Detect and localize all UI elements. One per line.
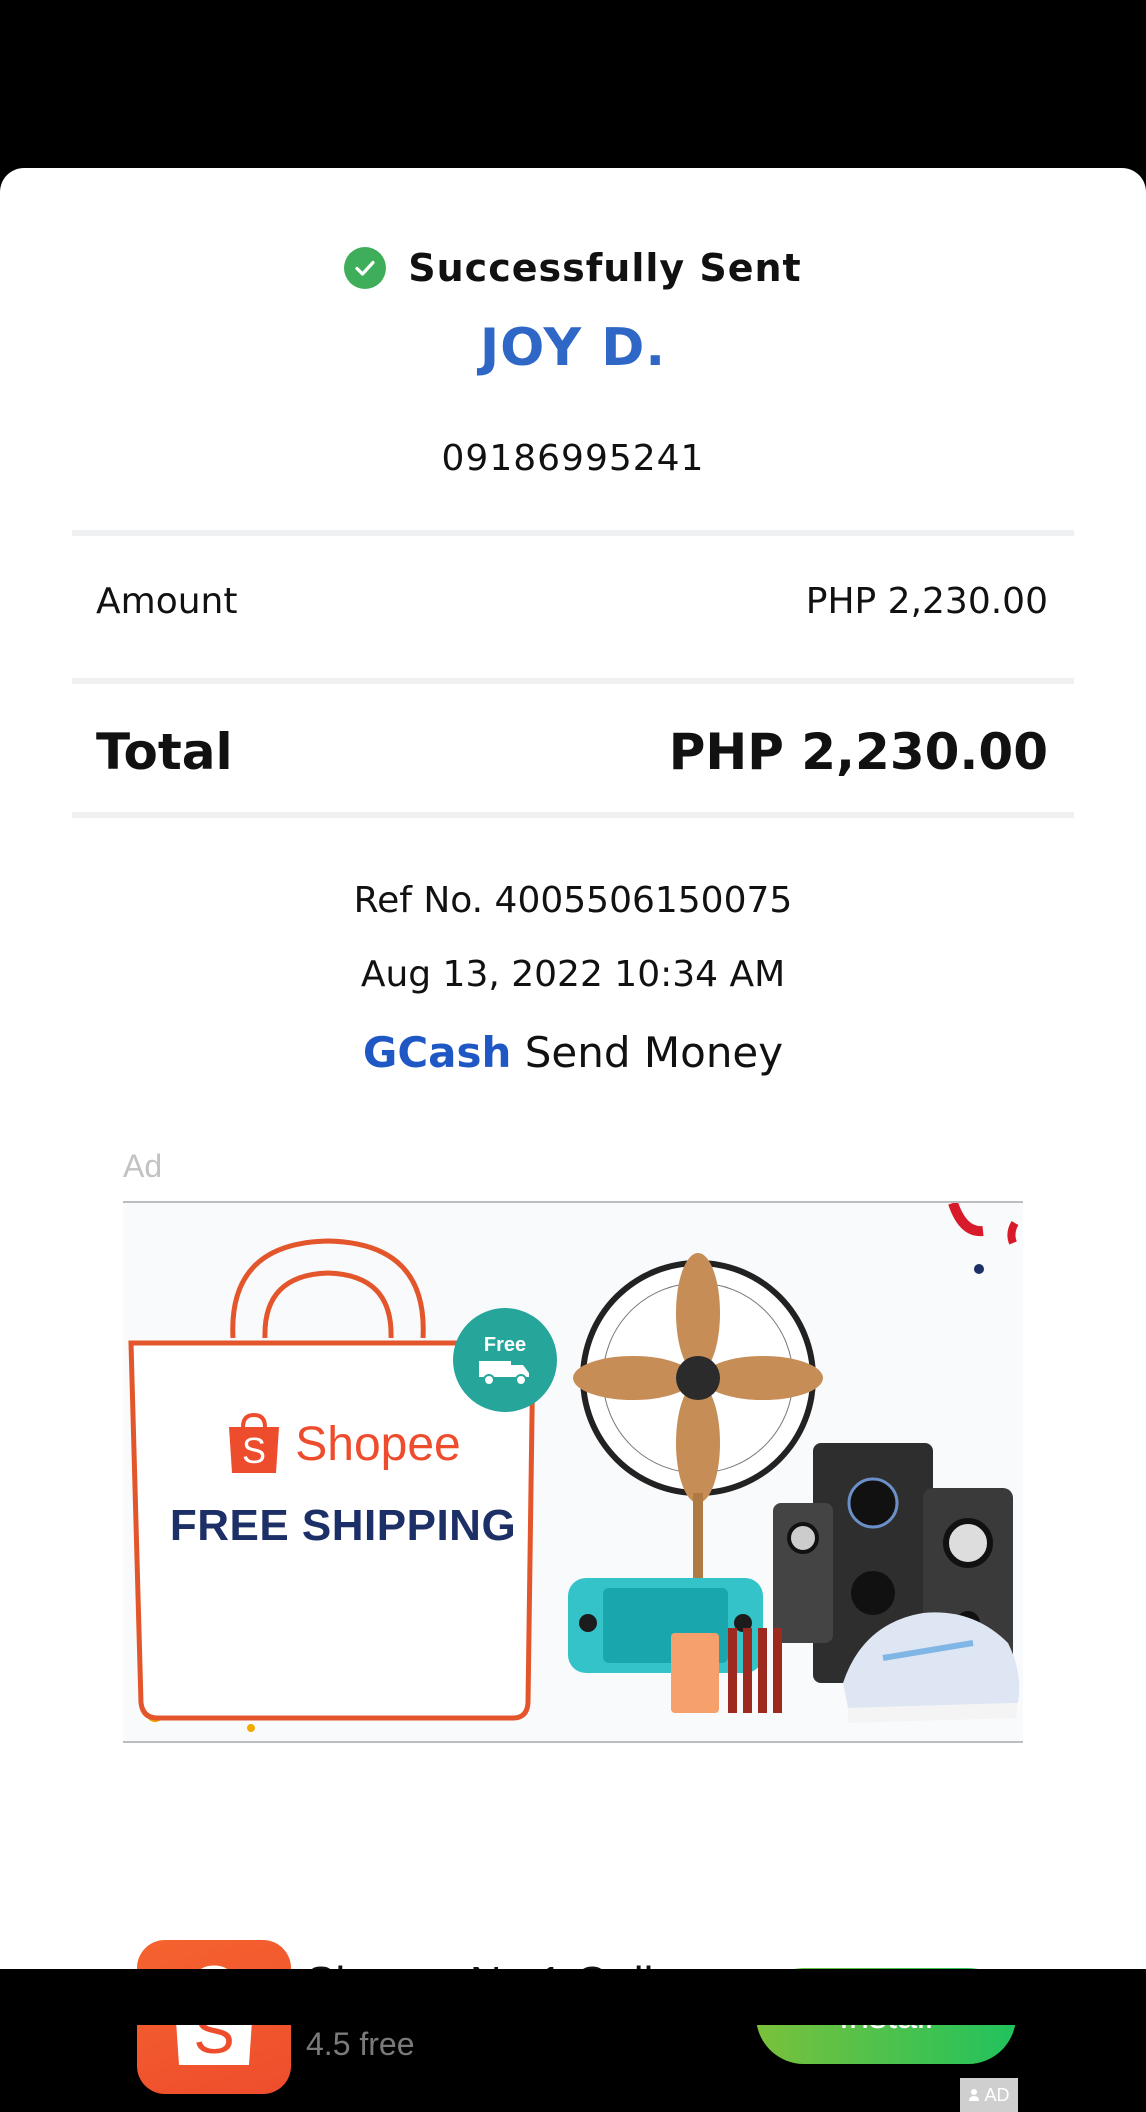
amount-label: Amount xyxy=(96,581,238,622)
badge-label: Free xyxy=(483,1333,527,1356)
status-text: Successfully Sent xyxy=(408,246,802,290)
ad-choices-badge[interactable]: AD xyxy=(960,2078,1018,2112)
recipient-name: JOY D. xyxy=(479,318,667,378)
amount-value: PHP 2,230.00 xyxy=(805,581,1048,622)
service-name: Send Money xyxy=(524,1028,784,1077)
divider xyxy=(72,530,1074,536)
app-meta: 4.5 free xyxy=(306,2026,415,2062)
transaction-datetime: Aug 13, 2022 10:34 AM xyxy=(360,954,786,995)
svg-text:S: S xyxy=(242,1430,266,1471)
total-row: Total PHP 2,230.00 xyxy=(96,723,1048,781)
shopee-logo: S Shopee xyxy=(151,1411,535,1477)
divider xyxy=(123,1741,1023,1743)
banner-brand: Shopee xyxy=(295,1417,461,1471)
system-nav-bar xyxy=(0,1969,1146,2025)
truck-icon xyxy=(479,1360,529,1386)
banner-headline: FREE SHIPPING xyxy=(169,1501,517,1550)
shopee-bag-icon: S xyxy=(229,1412,280,1473)
status-row: Successfully Sent xyxy=(0,246,1146,290)
reference-number: Ref No. 4005506150075 xyxy=(353,880,793,921)
amount-row: Amount PHP 2,230.00 xyxy=(96,581,1048,622)
divider xyxy=(72,812,1074,818)
receipt-card: Successfully Sent JOY D. 09186995241 Amo… xyxy=(0,168,1146,2112)
service-line: GCash Send Money xyxy=(0,1028,1146,1077)
bag-label: S Shopee FREE SHIPPING xyxy=(151,1411,535,1551)
divider xyxy=(72,678,1074,684)
gcash-brand: GCash xyxy=(362,1028,512,1077)
person-icon xyxy=(969,2089,980,2101)
ad-label: Ad xyxy=(123,1148,163,1184)
total-value: PHP 2,230.00 xyxy=(668,723,1048,781)
free-shipping-badge: Free xyxy=(453,1308,557,1412)
ad-banner[interactable]: Free S Shopee FREE SHIPPING xyxy=(123,1203,1023,1743)
check-icon xyxy=(344,247,387,289)
ad-badge-label: AD xyxy=(984,2084,1010,2105)
total-label: Total xyxy=(96,723,233,781)
recipient-number: 09186995241 xyxy=(441,438,705,479)
